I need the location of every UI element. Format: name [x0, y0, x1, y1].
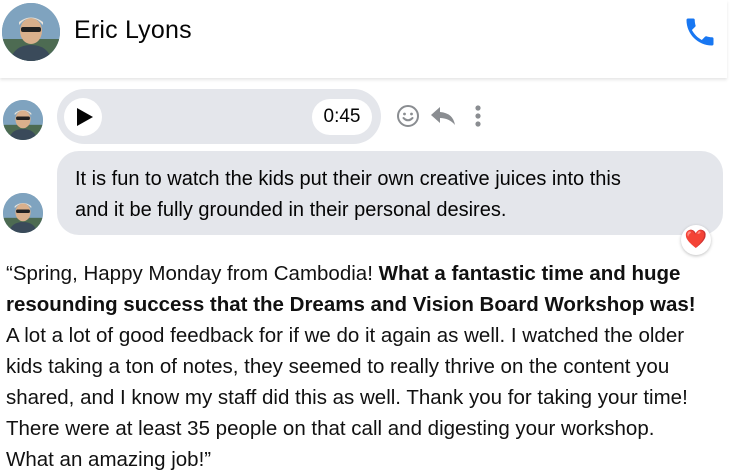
smiley-icon[interactable] [395, 103, 421, 129]
quote-line: “Spring, Happy Monday from Cambodia! Wha… [6, 258, 746, 289]
heart-reaction[interactable]: ❤️ [681, 225, 711, 255]
play-button[interactable] [64, 98, 102, 136]
quote-line: There were at least 35 people on that ca… [6, 417, 655, 440]
audio-duration: 0:45 [312, 99, 372, 135]
more-vertical-icon[interactable] [465, 103, 491, 129]
quote-text: “Spring, Happy Monday from Cambodia! [6, 262, 379, 285]
chat-header: Eric Lyons [0, 0, 727, 78]
testimonial-quote: “Spring, Happy Monday from Cambodia! Wha… [6, 258, 746, 473]
message-line: and it be fully grounded in their person… [75, 199, 507, 221]
audio-message: 0:45 [57, 89, 381, 144]
quote-line: What an amazing job!” [6, 448, 212, 471]
play-icon [77, 108, 93, 126]
message-actions [395, 103, 500, 129]
contact-name: Eric Lyons [74, 16, 192, 44]
quote-bold-text: resounding success that the Dreams and V… [6, 293, 696, 316]
quote-line: shared, and I know my staff did this as … [6, 386, 688, 409]
heart-icon: ❤️ [684, 229, 708, 250]
quote-line: A lot a lot of good feedback for if we d… [6, 324, 685, 347]
quote-line: resounding success that the Dreams and V… [6, 289, 746, 320]
contact-avatar[interactable] [2, 3, 60, 61]
quote-bold-text: What a fantastic time and huge [378, 262, 681, 285]
quote-line: kids taking a ton of notes, they seemed … [6, 355, 670, 378]
text-message-bubble[interactable]: It is fun to watch the kids put their ow… [57, 151, 723, 235]
phone-icon[interactable] [682, 14, 718, 50]
sender-avatar[interactable] [3, 100, 43, 140]
message-line: It is fun to watch the kids put their ow… [75, 168, 621, 190]
sender-avatar[interactable] [3, 193, 43, 233]
reply-icon[interactable] [430, 103, 456, 129]
